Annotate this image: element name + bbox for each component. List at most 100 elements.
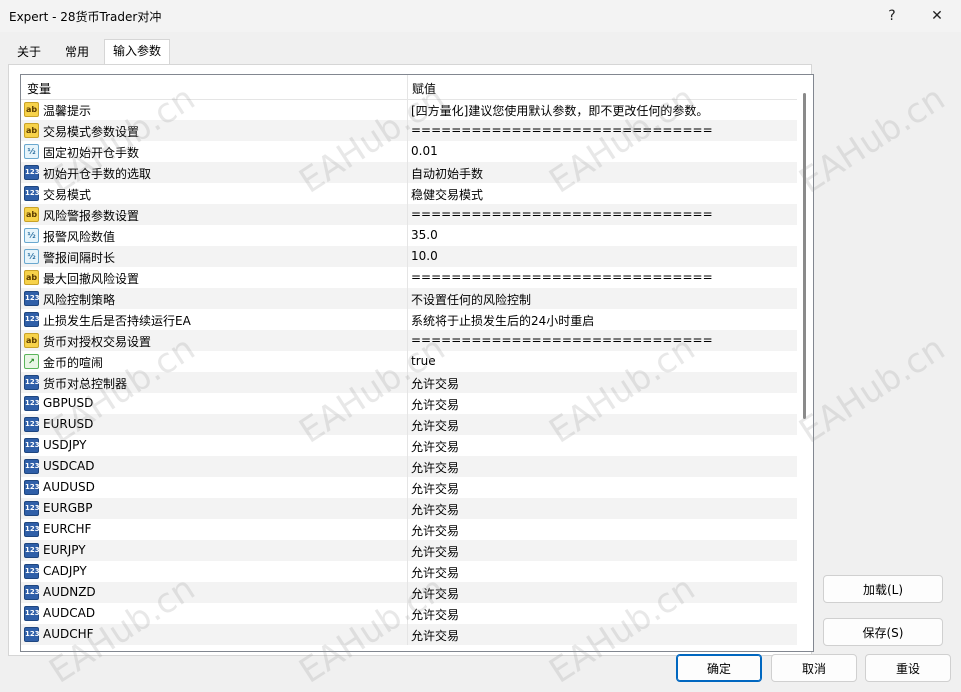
ok-button[interactable]: 确定 xyxy=(676,654,762,682)
parameter-value[interactable]: 系统将于止损发生后的24小时重启 xyxy=(411,312,594,329)
watermark: EAHub.cn xyxy=(792,78,953,202)
table-row[interactable]: 123 风险控制策略 不设置任何的风险控制 xyxy=(21,288,797,309)
table-row[interactable]: 123 货币对总控制器 允许交易 xyxy=(21,372,797,393)
parameter-name: 货币对授权交易设置 xyxy=(43,335,152,349)
table-row[interactable]: ab 交易模式参数设置 ============================== xyxy=(21,120,797,141)
parameter-value[interactable]: 允许交易 xyxy=(411,375,459,392)
table-row[interactable]: 123 GBPUSD 允许交易 xyxy=(21,393,797,414)
parameter-value[interactable]: 允许交易 xyxy=(411,417,459,434)
parameter-value[interactable]: ============================== xyxy=(411,270,713,284)
table-row[interactable]: ab 最大回撤风险设置 ============================== xyxy=(21,267,797,288)
parameter-value[interactable]: 允许交易 xyxy=(411,396,459,413)
cell-divider xyxy=(407,351,408,372)
table-row[interactable]: 123 CADJPY 允许交易 xyxy=(21,561,797,582)
table-row[interactable]: ab 温馨提示 [四方量化]建议您使用默认参数，即不更改任何的参数。 xyxy=(21,99,797,120)
parameter-name: 固定初始开仓手数 xyxy=(43,146,140,160)
integer-type-icon: 123 xyxy=(24,480,40,495)
parameter-value[interactable]: [四方量化]建议您使用默认参数，即不更改任何的参数。 xyxy=(411,102,708,119)
integer-type-icon: 123 xyxy=(24,312,40,327)
cell-divider xyxy=(407,162,408,183)
integer-type-icon: 123 xyxy=(24,165,40,180)
parameter-value[interactable]: 允许交易 xyxy=(411,564,459,581)
table-row[interactable]: 123 初始开仓手数的选取 自动初始手数 xyxy=(21,162,797,183)
boolean-type-icon: ↗ xyxy=(24,354,39,369)
parameter-name: 警报间隔时长 xyxy=(43,251,116,265)
parameter-value[interactable]: ============================== xyxy=(411,207,713,221)
parameter-value[interactable]: 允许交易 xyxy=(411,543,459,560)
parameter-name: 初始开仓手数的选取 xyxy=(43,167,152,181)
table-row[interactable]: 123 EURJPY 允许交易 xyxy=(21,540,797,561)
integer-type-icon: 123 xyxy=(24,543,40,558)
tab-common[interactable]: 常用 xyxy=(54,40,100,65)
parameter-name: AUDCAD xyxy=(43,606,96,620)
integer-type-icon: 123 xyxy=(24,522,40,537)
table-row[interactable]: 123 AUDCHF 允许交易 xyxy=(21,624,797,645)
table-row[interactable]: ½ 固定初始开仓手数 0.01 xyxy=(21,141,797,162)
table-row[interactable]: 123 USDCAD 允许交易 xyxy=(21,456,797,477)
table-row[interactable]: 123 EURGBP 允许交易 xyxy=(21,498,797,519)
parameter-name: EURUSD xyxy=(43,417,94,431)
parameter-value[interactable]: ============================== xyxy=(411,123,713,137)
parameter-value[interactable]: 允许交易 xyxy=(411,459,459,476)
cell-divider xyxy=(407,204,408,225)
parameter-value[interactable]: 自动初始手数 xyxy=(411,165,483,182)
table-row[interactable]: 123 AUDCAD 允许交易 xyxy=(21,603,797,624)
vertical-scrollbar[interactable] xyxy=(797,75,813,651)
cell-divider xyxy=(407,540,408,561)
parameter-value[interactable]: true xyxy=(411,354,436,368)
parameter-value[interactable]: 允许交易 xyxy=(411,480,459,497)
parameter-value[interactable]: 允许交易 xyxy=(411,627,459,644)
parameter-value[interactable]: 允许交易 xyxy=(411,501,459,518)
parameter-value[interactable]: ============================== xyxy=(411,333,713,347)
integer-type-icon: 123 xyxy=(24,186,40,201)
cell-divider xyxy=(407,120,408,141)
save-button[interactable]: 保存(S) xyxy=(823,618,943,646)
cell-divider xyxy=(407,561,408,582)
table-row[interactable]: ab 货币对授权交易设置 =============================… xyxy=(21,330,797,351)
parameter-value[interactable]: 35.0 xyxy=(411,228,438,242)
cell-divider xyxy=(407,414,408,435)
parameter-value[interactable]: 稳健交易模式 xyxy=(411,186,483,203)
header-value[interactable]: 赋值 xyxy=(412,80,436,97)
cell-divider xyxy=(407,288,408,309)
table-row[interactable]: 123 USDJPY 允许交易 xyxy=(21,435,797,456)
cell-divider xyxy=(407,498,408,519)
close-icon[interactable]: ✕ xyxy=(917,4,957,28)
table-row[interactable]: ab 风险警报参数设置 ============================== xyxy=(21,204,797,225)
reset-button[interactable]: 重设 xyxy=(865,654,951,682)
cancel-button[interactable]: 取消 xyxy=(771,654,857,682)
parameter-value[interactable]: 允许交易 xyxy=(411,438,459,455)
cell-divider xyxy=(407,582,408,603)
table-row[interactable]: 123 交易模式 稳健交易模式 xyxy=(21,183,797,204)
parameter-value[interactable]: 10.0 xyxy=(411,249,438,263)
header-variable[interactable]: 变量 xyxy=(27,80,51,97)
parameter-name: 报警风险数值 xyxy=(43,230,116,244)
table-row[interactable]: ½ 警报间隔时长 10.0 xyxy=(21,246,797,267)
parameter-name: GBPUSD xyxy=(43,396,94,410)
parameter-value[interactable]: 0.01 xyxy=(411,144,438,158)
window-title: Expert - 28货币Trader对冲 xyxy=(9,10,162,24)
table-row[interactable]: ↗ 金币的喧闹 true xyxy=(21,351,797,372)
column-divider[interactable] xyxy=(407,75,408,99)
table-row[interactable]: 123 AUDUSD 允许交易 xyxy=(21,477,797,498)
tab-about[interactable]: 关于 xyxy=(8,40,50,65)
parameter-name: 温馨提示 xyxy=(43,104,92,118)
table-row[interactable]: 123 止损发生后是否持续运行EA 系统将于止损发生后的24小时重启 xyxy=(21,309,797,330)
parameter-name: 风险警报参数设置 xyxy=(43,209,140,223)
table-row[interactable]: 123 AUDNZD 允许交易 xyxy=(21,582,797,603)
tab-inputs[interactable]: 输入参数 xyxy=(104,39,170,66)
table-row[interactable]: 123 EURUSD 允许交易 xyxy=(21,414,797,435)
integer-type-icon: 123 xyxy=(24,585,40,600)
table-row[interactable]: 123 EURCHF 允许交易 xyxy=(21,519,797,540)
scrollbar-thumb[interactable] xyxy=(803,93,806,419)
parameter-value[interactable]: 允许交易 xyxy=(411,606,459,623)
table-row[interactable]: ½ 报警风险数值 35.0 xyxy=(21,225,797,246)
help-icon[interactable]: ? xyxy=(872,4,912,28)
parameter-value[interactable]: 允许交易 xyxy=(411,522,459,539)
cell-divider xyxy=(407,519,408,540)
parameter-value[interactable]: 允许交易 xyxy=(411,585,459,602)
parameter-value[interactable]: 不设置任何的风险控制 xyxy=(411,291,531,308)
load-button[interactable]: 加载(L) xyxy=(823,575,943,603)
cell-divider xyxy=(407,624,408,645)
double-type-icon: ½ xyxy=(24,144,39,159)
